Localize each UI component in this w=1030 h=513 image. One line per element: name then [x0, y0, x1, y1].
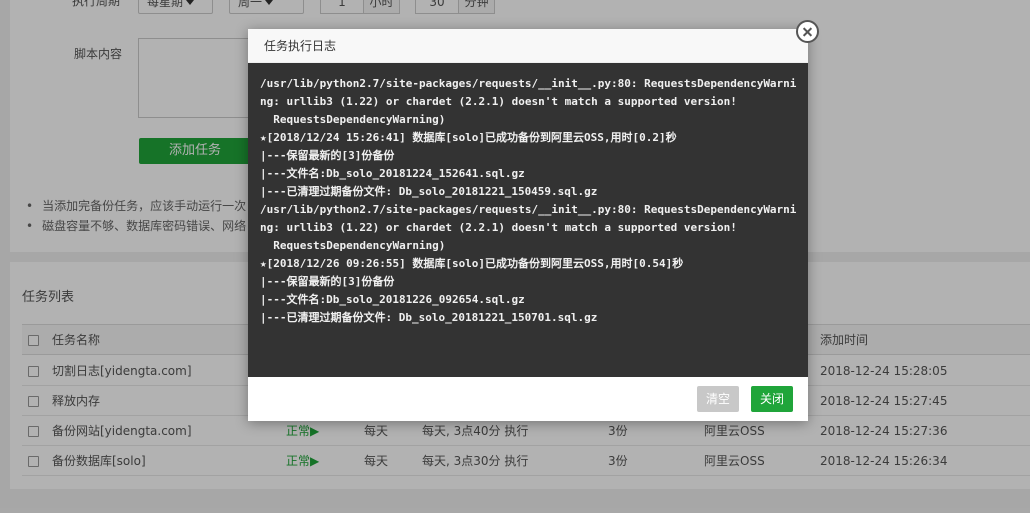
task-log-modal: 任务执行日志 /usr/lib/python2.7/site-packages/…: [248, 29, 808, 421]
log-line: /usr/lib/python2.7/site-packages/request…: [260, 203, 797, 216]
log-line: ★[2018/12/24 15:26:41] 数据库[solo]已成功备份到阿里…: [260, 131, 677, 144]
clear-log-button[interactable]: 清空: [697, 386, 739, 412]
log-line: |---保留最新的[3]份备份: [260, 275, 395, 288]
modal-title: 任务执行日志: [264, 39, 337, 53]
close-button[interactable]: 关闭: [751, 386, 793, 412]
modal-header: 任务执行日志: [248, 29, 808, 63]
log-line: /usr/lib/python2.7/site-packages/request…: [260, 77, 797, 90]
log-line: RequestsDependencyWarning): [260, 113, 446, 126]
close-icon[interactable]: [796, 20, 819, 43]
log-line: |---已清理过期备份文件: Db_solo_20181221_150701.s…: [260, 311, 598, 324]
log-line: |---保留最新的[3]份备份: [260, 149, 395, 162]
log-line: |---已清理过期备份文件: Db_solo_20181221_150459.s…: [260, 185, 598, 198]
log-line: |---文件名:Db_solo_20181226_092654.sql.gz: [260, 293, 525, 306]
log-line: |---文件名:Db_solo_20181224_152641.sql.gz: [260, 167, 525, 180]
log-line: ng: urllib3 (1.22) or chardet (2.2.1) do…: [260, 221, 737, 234]
modal-footer: 清空 关闭: [248, 377, 808, 421]
log-line: RequestsDependencyWarning): [260, 239, 446, 252]
log-output[interactable]: /usr/lib/python2.7/site-packages/request…: [248, 63, 808, 377]
log-line: ★[2018/12/26 09:26:55] 数据库[solo]已成功备份到阿里…: [260, 257, 684, 270]
log-line: ng: urllib3 (1.22) or chardet (2.2.1) do…: [260, 95, 737, 108]
